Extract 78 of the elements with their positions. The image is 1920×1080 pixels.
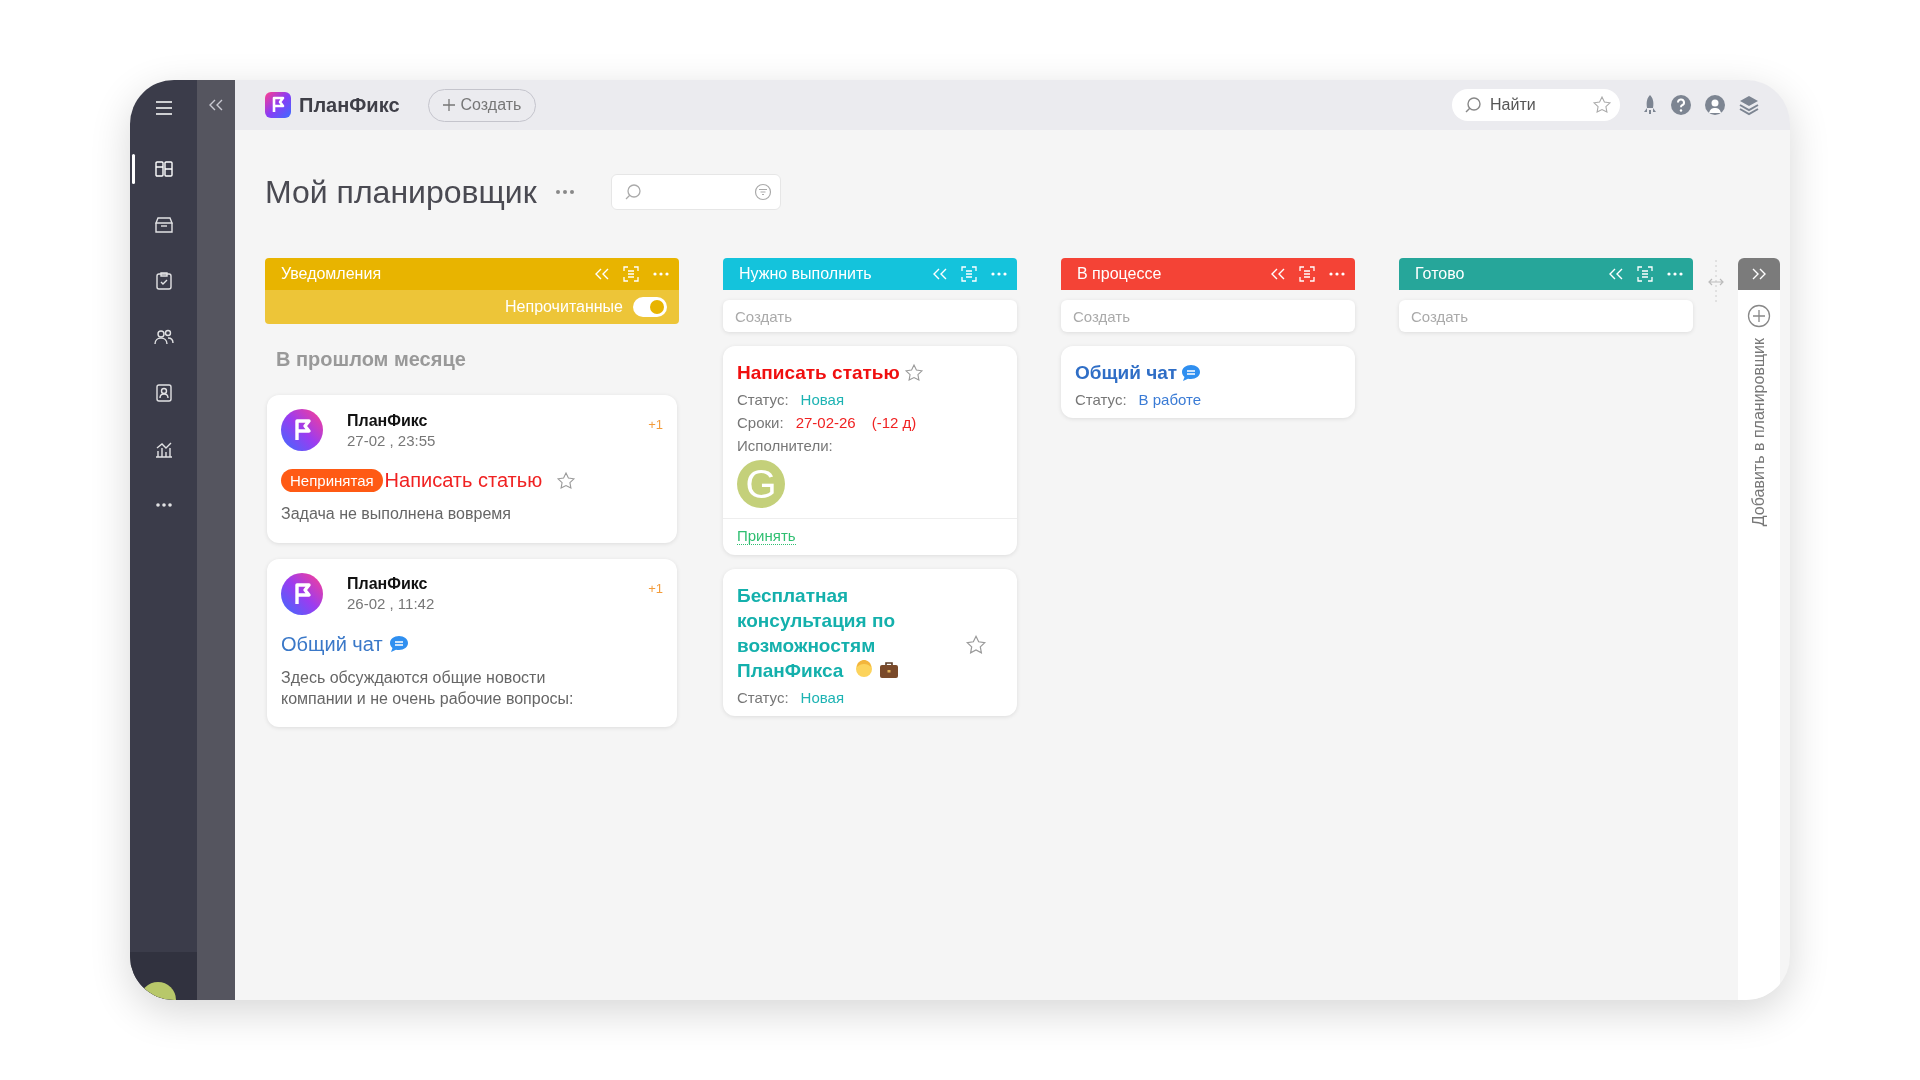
page-title: Мой планировщик bbox=[265, 173, 537, 211]
field-label: Статус: bbox=[737, 391, 789, 409]
notification-card[interactable]: ПланФикс 27-02 , 23:55 +1 Непринятая Написать статью Задача не выполнена вовремя bbox=[267, 395, 677, 543]
profile-icon[interactable] bbox=[1704, 94, 1726, 116]
card-title[interactable]: Написать статью bbox=[737, 360, 900, 386]
add-to-planner-label[interactable]: Добавить в планировщик bbox=[1750, 338, 1768, 527]
toggle-switch[interactable] bbox=[633, 297, 667, 317]
subject-link[interactable]: Общий чат bbox=[281, 632, 383, 656]
rocket-icon[interactable] bbox=[1642, 94, 1658, 116]
collapse-icon[interactable] bbox=[209, 99, 223, 111]
field-label: Статус: bbox=[737, 689, 789, 707]
group-title: В прошлом месяце bbox=[276, 348, 467, 371]
help-icon[interactable] bbox=[1670, 94, 1692, 116]
star-icon[interactable] bbox=[556, 470, 577, 491]
notification-text: Задача не выполнена вовремя bbox=[281, 504, 512, 524]
deadline-date: 27-02-26 bbox=[795, 414, 856, 432]
app-name: ПланФикс bbox=[299, 93, 400, 117]
card-title[interactable]: Бесплатная консультация по возможностям ПланФикса bbox=[737, 583, 965, 684]
task-card[interactable]: Бесплатная консультация по возможностям ПланФикса Статус: Новая bbox=[723, 569, 1017, 717]
field-label: Сроки: bbox=[737, 414, 784, 432]
search-input[interactable]: Найти bbox=[1488, 95, 1578, 115]
accept-link[interactable]: Принять bbox=[737, 527, 796, 546]
add-icon[interactable] bbox=[1747, 304, 1771, 328]
card-title[interactable]: Общий чат bbox=[1075, 360, 1178, 386]
status-value[interactable]: Новая bbox=[800, 391, 845, 409]
logo-icon bbox=[265, 92, 291, 118]
briefcase-icon bbox=[878, 661, 899, 680]
layers-icon[interactable] bbox=[1738, 94, 1760, 116]
status-tag: Непринятая bbox=[281, 469, 383, 492]
focus-icon[interactable] bbox=[1637, 266, 1653, 282]
create-field[interactable]: Создать bbox=[1061, 300, 1355, 332]
subject-link[interactable]: Написать статью bbox=[384, 469, 543, 492]
column-title: В процессе bbox=[1077, 265, 1163, 283]
field-label: Исполнители: bbox=[737, 437, 833, 455]
column-title: Уведомления bbox=[281, 265, 383, 283]
sender-name: ПланФикс bbox=[347, 575, 429, 594]
search-icon bbox=[623, 183, 642, 201]
task-card[interactable]: Написать статью Статус: Новая Сроки: 27-02-26 (-12 д) Исполнители: G Принять bbox=[723, 346, 1017, 556]
filter-label: Непрочитанные bbox=[505, 298, 623, 316]
expand-button[interactable] bbox=[1738, 258, 1780, 290]
chat-icon bbox=[388, 635, 409, 654]
sender-avatar bbox=[281, 572, 323, 615]
search-field[interactable]: Найти bbox=[1452, 89, 1620, 121]
focus-icon[interactable] bbox=[1299, 266, 1315, 282]
status-value[interactable]: Новая bbox=[800, 689, 845, 707]
create-field[interactable]: Создать bbox=[1399, 300, 1693, 332]
notification-card[interactable]: ПланФикс 26-02 , 11:42 +1 Общий чат Здесь обсуждаются общие новости компании и не очень рабочие вопросы: bbox=[267, 558, 677, 728]
plus-icon bbox=[442, 99, 455, 111]
more-icon[interactable] bbox=[1329, 272, 1345, 276]
expand-icon bbox=[1752, 268, 1766, 280]
star-icon[interactable] bbox=[1592, 95, 1612, 115]
focus-icon[interactable] bbox=[623, 266, 639, 282]
star-icon[interactable] bbox=[903, 362, 924, 383]
status-value[interactable]: В работе bbox=[1138, 391, 1202, 409]
star-icon[interactable] bbox=[965, 633, 987, 656]
notification-text: Здесь обсуждаются общие новости компании и не очень рабочие вопросы: bbox=[281, 667, 575, 709]
field-label: Статус: bbox=[1075, 391, 1127, 409]
more-icon[interactable] bbox=[991, 272, 1007, 276]
more-icon[interactable] bbox=[653, 272, 669, 276]
sender-avatar bbox=[281, 409, 323, 451]
create-field[interactable]: Создать bbox=[723, 300, 1017, 332]
task-card[interactable]: Общий чат Статус: В работе bbox=[1061, 346, 1355, 419]
column-title: Нужно выполнить bbox=[739, 265, 873, 283]
notification-time: 26-02 , 11:42 bbox=[347, 595, 436, 613]
deadline-delay: (-12 д) bbox=[871, 414, 917, 432]
sender-name: ПланФикс bbox=[347, 411, 429, 430]
more-icon[interactable] bbox=[1667, 272, 1683, 276]
column-title: Готово bbox=[1415, 265, 1466, 283]
search-icon bbox=[1464, 96, 1482, 114]
chat-icon bbox=[1181, 363, 1202, 382]
focus-icon[interactable] bbox=[961, 266, 977, 282]
unread-count: +1 bbox=[648, 580, 663, 596]
filter-icon[interactable] bbox=[753, 183, 772, 201]
resize-handle-icon[interactable] bbox=[1708, 260, 1724, 304]
search-field[interactable] bbox=[610, 174, 781, 210]
notification-time: 27-02 , 23:55 bbox=[347, 431, 437, 449]
unread-count: +1 bbox=[648, 417, 663, 432]
more-icon[interactable] bbox=[554, 189, 575, 195]
